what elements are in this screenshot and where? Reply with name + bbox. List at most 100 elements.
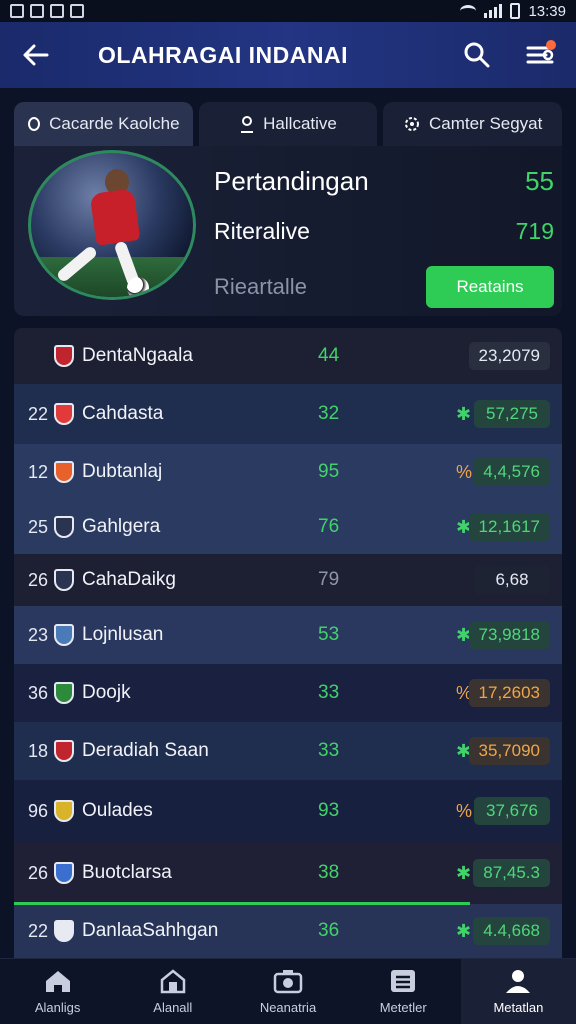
value-badge: 73,9818 [468,621,550,649]
value-badge: 57,275 [474,400,550,428]
table-row[interactable]: 22 Cahdasta 32 ✱ 57,275 [14,384,562,444]
tab-cacarde[interactable]: Cacarde Kaolche [14,102,193,146]
nav-label: Alanligs [34,1000,81,1015]
star-icon: ✱ [456,920,472,941]
hero-row-matches: Pertandingan 55 [214,166,554,197]
back-arrow-icon[interactable] [18,37,54,73]
filter-icon[interactable] [524,38,558,72]
tab-bar: Cacarde Kaolche Hallcative Camter Segyat [14,102,563,146]
table-row[interactable]: 18 Deradiah Saan 33 ✱ 35,7090 [14,722,562,780]
tab-camter[interactable]: Camter Segyat [383,102,563,146]
star-icon: ✱ [456,403,472,424]
retains-button[interactable]: Reatains [426,266,554,308]
team-points: 33 [318,682,340,703]
stadium-icon [160,969,186,994]
percent-icon: % [456,461,473,482]
row-rank: 12 [28,461,49,482]
list-icon [391,970,416,992]
person-icon [241,116,254,133]
team-name: DanlaaSahhgan [82,920,219,941]
tab-hallcative[interactable]: Hallcative [198,102,378,146]
nav-stadium[interactable]: Alanall [115,959,230,1024]
nav-camera[interactable]: Neanatria [230,959,345,1024]
table-row[interactable]: 22 DanlaaSahhgan 36 ✱ 4.4,668 [14,904,562,958]
team-name: Doojk [82,682,131,703]
standings-table: DentaNgaala 44 23,2079 22 Cahdasta 32 ✱ 57,275 1… [14,328,562,958]
value-badge: 23,2079 [468,342,550,370]
app-bar: OLAHRAGAI INDANAI [0,22,576,88]
team-crest-icon [54,740,74,762]
team-name: Oulades [82,800,153,821]
team-points: 76 [318,516,340,537]
table-row[interactable]: 12 Dubtanlaj 95% 4,4,576 [14,444,562,500]
table-row[interactable]: DentaNgaala 44 23,2079 [14,328,562,384]
row-rank: 36 [28,682,49,703]
progress-divider [14,902,470,905]
star-icon: ✱ [456,862,472,883]
team-crest-icon [54,800,74,822]
wifi-icon [460,5,477,17]
row-rank: 22 [28,403,49,424]
table-row[interactable]: 96 Oulades 93% 37,676 [14,780,562,842]
table-row[interactable]: 36 Doojk 33% 17,2603 [14,664,562,722]
team-name: Cahdasta [82,403,164,424]
value-badge: 12,1617 [468,513,550,541]
page-title: OLAHRAGAI INDANAI [98,41,348,68]
hero-value: 55 [525,166,554,196]
team-crest-icon [54,862,74,884]
table-row[interactable]: 26 Buotclarsa 38 ✱ 87,45.3 [14,842,562,904]
camera-icon [273,970,303,994]
player-image [28,150,196,300]
percent-icon: % [456,800,473,821]
nav-label: Metetler [379,1000,427,1015]
status-time: 13:39 [528,2,566,20]
team-points: 44 [318,345,340,366]
row-rank: 25 [28,516,49,537]
team-points: 53 [318,624,340,645]
team-crest-icon [54,345,74,367]
team-name: Buotclarsa [82,862,172,883]
gear-icon [404,117,419,131]
team-crest-icon [54,516,74,538]
team-points: 32 [318,403,340,424]
team-crest-icon [54,569,74,591]
hero-value: 719 [515,218,554,244]
table-row[interactable]: 26 CahaDaikg 79 6,68 [14,554,562,606]
row-rank: 26 [28,569,49,590]
nav-profile[interactable]: Metatlan [460,959,576,1024]
nav-list[interactable]: Metetler [346,959,461,1024]
value-badge: 4.4,668 [473,917,550,945]
nav-label: Alanall [153,1000,193,1015]
table-row[interactable]: 23 Lojnlusan 53 ✱ 73,9818 [14,606,562,664]
value-badge: 6,68 [474,566,550,594]
team-crest-icon [54,682,74,704]
hero-row-relative: Riteralive 719 [214,218,554,245]
nav-home[interactable]: Alanligs [0,959,115,1024]
calendar-notification-icon [70,4,84,18]
team-name: DentaNgaala [82,345,193,366]
team-points: 79 [318,569,340,590]
hero-label: Riteralive [214,218,310,244]
circle-icon [28,117,41,131]
hero-label: Pertandingan [214,166,369,196]
team-name: CahaDaikg [82,569,176,590]
team-crest-icon [54,403,74,425]
row-rank: 96 [28,800,49,821]
team-crest-icon [54,461,74,483]
gallery-notification-icon [10,4,24,18]
hero-label: Rieartalle [214,274,307,299]
search-icon[interactable] [460,38,494,72]
team-points: 93 [318,800,340,821]
team-points: 95 [318,461,340,482]
bottom-navigation: Alanligs Alanall Neanatria Metetler Meta… [0,958,576,1024]
status-bar: 13:39 [0,0,576,22]
tab-label: Cacarde Kaolche [49,114,180,133]
featured-match-card: Pertandingan 55 Riteralive 719 Rieartall… [14,146,562,316]
team-points: 36 [318,920,340,941]
table-row[interactable]: 25 Gahlgera 76 ✱ 12,1617 [14,500,562,554]
tab-label: Camter Segyat [428,114,543,133]
value-badge: 35,7090 [468,737,550,765]
team-name: Gahlgera [82,516,161,537]
team-crest-icon [54,920,74,942]
value-badge: 4,4,576 [473,458,550,486]
